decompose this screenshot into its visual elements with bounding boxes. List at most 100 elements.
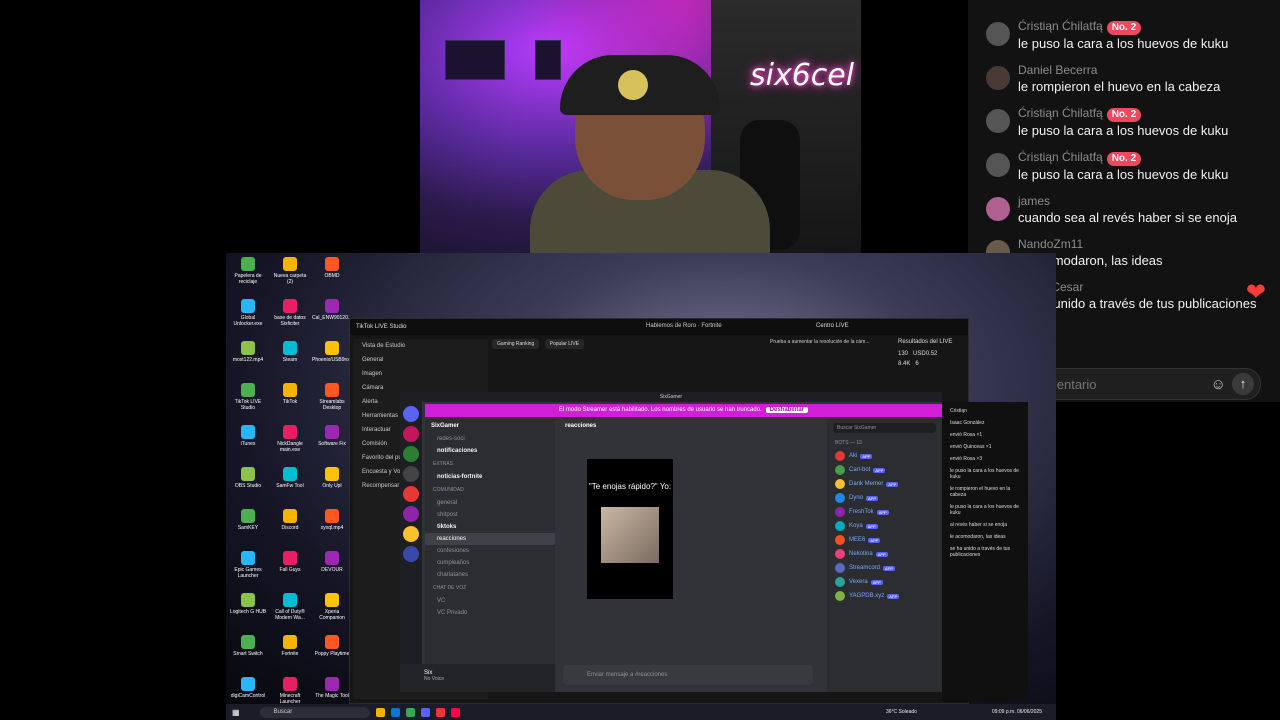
desktop-icon[interactable]: Software Fix — [312, 425, 352, 447]
avatar[interactable] — [986, 109, 1010, 133]
desktop-icon[interactable]: Epic Games Launcher — [228, 551, 268, 579]
desktop-icon[interactable]: Fall Guys — [270, 551, 310, 573]
channel-item[interactable]: cumpleaños — [425, 557, 555, 569]
disable-button[interactable]: Deshabilitar — [765, 407, 809, 413]
desktop-icon[interactable]: The Magic Tool — [312, 677, 352, 699]
message-input[interactable]: Enviar mensaje a #reacciones — [563, 665, 813, 685]
desktop-icon[interactable]: Steam — [270, 341, 310, 363]
desktop-icon[interactable]: OBS Studio — [228, 467, 268, 489]
desktop-icon[interactable]: Logitech G HUB — [228, 593, 268, 615]
server-icon[interactable] — [403, 506, 419, 522]
emoji-icon[interactable]: ☺ — [1211, 376, 1226, 393]
desktop-icon[interactable]: Phoenix/USB9ro... — [312, 341, 353, 363]
desktop-icon[interactable]: Smart Switch — [228, 635, 268, 657]
taskbar-app-icon[interactable] — [420, 707, 430, 717]
desktop-icon[interactable]: Cal_ENW90120... — [312, 299, 352, 321]
server-icon[interactable] — [403, 446, 419, 462]
channel-item[interactable]: VC Privado — [425, 607, 555, 619]
member-item[interactable]: Vexera APP — [827, 575, 942, 589]
server-icon[interactable] — [403, 466, 419, 482]
desktop-icon[interactable]: Papelera de reciclaje — [228, 257, 268, 285]
tts-menu-item[interactable]: General — [354, 353, 488, 367]
desktop-icon[interactable]: most122.mp4 — [228, 341, 268, 363]
channel-category[interactable]: EXTRAS — [425, 457, 555, 471]
channel-item[interactable]: confesiones — [425, 545, 555, 557]
taskbar-app-icon[interactable] — [405, 707, 415, 717]
channel-category[interactable]: CHAT DE VOZ — [425, 581, 555, 595]
taskbar-app-icon[interactable] — [390, 707, 400, 717]
chat-username[interactable]: Daniel Becerra — [1018, 62, 1270, 78]
channel-item[interactable]: charlatanes — [425, 569, 555, 581]
avatar[interactable] — [986, 153, 1010, 177]
tab-popular-live[interactable]: Popular LIVE — [544, 339, 585, 349]
taskbar-clock[interactable]: 09:09 p.m. 06/06/2025 — [992, 709, 1042, 715]
desktop-icon[interactable]: base de datos Sixficiter — [270, 299, 310, 327]
avatar[interactable] — [986, 197, 1010, 221]
desktop-icon[interactable]: TikTok — [270, 383, 310, 405]
desktop-icon[interactable]: Call of Duty® Modern Wa... — [270, 593, 310, 621]
channel-item[interactable]: reacciones — [425, 533, 555, 545]
taskbar-search[interactable]: Buscar — [259, 706, 370, 718]
tts-menu-item[interactable]: Vista de Estudio — [354, 339, 488, 353]
channel-item[interactable]: redes-soci — [425, 433, 555, 445]
member-item[interactable]: Nekotina APP — [827, 547, 942, 561]
desktop-icon[interactable]: digiCamControl — [228, 677, 268, 699]
desktop-icon[interactable]: OBMD — [312, 257, 352, 279]
weather-widget[interactable]: 36°C Soleado — [886, 709, 917, 715]
discord-home-icon[interactable] — [403, 406, 419, 422]
channel-item[interactable]: shitpost — [425, 509, 555, 521]
send-button[interactable]: ↑ — [1232, 373, 1254, 395]
member-item[interactable]: Dyno APP — [827, 491, 942, 505]
member-item[interactable]: Carl-bot APP — [827, 463, 942, 477]
server-icon[interactable] — [403, 526, 419, 542]
avatar[interactable] — [986, 22, 1010, 46]
member-item[interactable]: Koya APP — [827, 519, 942, 533]
desktop-icon[interactable]: NickDangle main.exe — [270, 425, 310, 453]
chat-username[interactable]: Ćristiąn Ćhilatfą No. 2 — [1018, 18, 1270, 35]
member-item[interactable]: Dank Memer APP — [827, 477, 942, 491]
desktop-icon[interactable]: Streamlabs Desktop — [312, 383, 352, 411]
tab-gaming-ranking[interactable]: Gaming Ranking — [492, 339, 540, 349]
chat-username[interactable]: Ćristiąn Ćhilatfą No. 2 — [1018, 105, 1270, 122]
desktop-icon[interactable]: Only Upl — [312, 467, 352, 489]
desktop-icon[interactable]: Fortnite — [270, 635, 310, 657]
server-icon[interactable] — [403, 486, 419, 502]
search-input[interactable]: Buscar SixGamer — [833, 423, 936, 433]
tts-menu-item[interactable]: Imagen — [354, 367, 488, 381]
channel-item[interactable]: general — [425, 497, 555, 509]
chat-username[interactable]: james — [1018, 193, 1270, 209]
desktop-icon[interactable]: Poppy Playtime — [312, 635, 352, 657]
channel-item[interactable]: notificaciones — [425, 445, 555, 457]
channel-category[interactable]: COMUNIDAD — [425, 483, 555, 497]
desktop-icon[interactable]: xyxql.mp4 — [312, 509, 352, 531]
taskbar-app-icon[interactable] — [450, 707, 460, 717]
server-icon[interactable] — [403, 546, 419, 562]
desktop-icon[interactable]: Nueva carpeta (2) — [270, 257, 310, 285]
chat-username[interactable]: Ćristiąn Ćhilatfą No. 2 — [1018, 149, 1270, 166]
desktop-icon[interactable]: TikTok LIVE Studio — [228, 383, 268, 411]
desktop-icon[interactable]: Xperia Companion — [312, 593, 352, 621]
avatar[interactable] — [986, 66, 1010, 90]
desktop-icon[interactable]: iTunes — [228, 425, 268, 447]
channel-item[interactable]: VC — [425, 595, 555, 607]
member-item[interactable]: MEE6 APP — [827, 533, 942, 547]
video-post[interactable]: "Te enojas rápido?" Yo: — [587, 459, 673, 599]
desktop-icon[interactable]: SamKEY — [228, 509, 268, 531]
channel-item[interactable]: tiktoks — [425, 521, 555, 533]
desktop-icon[interactable]: Global Unlocker.exe — [228, 299, 268, 327]
server-name[interactable]: SixGamer — [425, 419, 555, 433]
chat-username[interactable]: NandoZm11 — [1018, 236, 1270, 252]
server-icon[interactable] — [403, 426, 419, 442]
desktop-icon[interactable]: Minecraft Launcher — [270, 677, 310, 704]
taskbar-app-icon[interactable] — [435, 707, 445, 717]
member-item[interactable]: FreshTok APP — [827, 505, 942, 519]
windows-start-icon[interactable]: ▦ — [232, 708, 240, 717]
desktop-icon[interactable]: Discord — [270, 509, 310, 531]
centro-live-button[interactable]: Centro LIVE — [816, 323, 849, 329]
member-item[interactable]: Streamcord APP — [827, 561, 942, 575]
taskbar-app-icon[interactable] — [375, 707, 385, 717]
member-item[interactable]: Aki APP — [827, 449, 942, 463]
member-item[interactable]: YAGPDB.xyz APP — [827, 589, 942, 603]
desktop-icon[interactable]: DEVOUR — [312, 551, 352, 573]
desktop-icon[interactable]: SamFw Tool — [270, 467, 310, 489]
